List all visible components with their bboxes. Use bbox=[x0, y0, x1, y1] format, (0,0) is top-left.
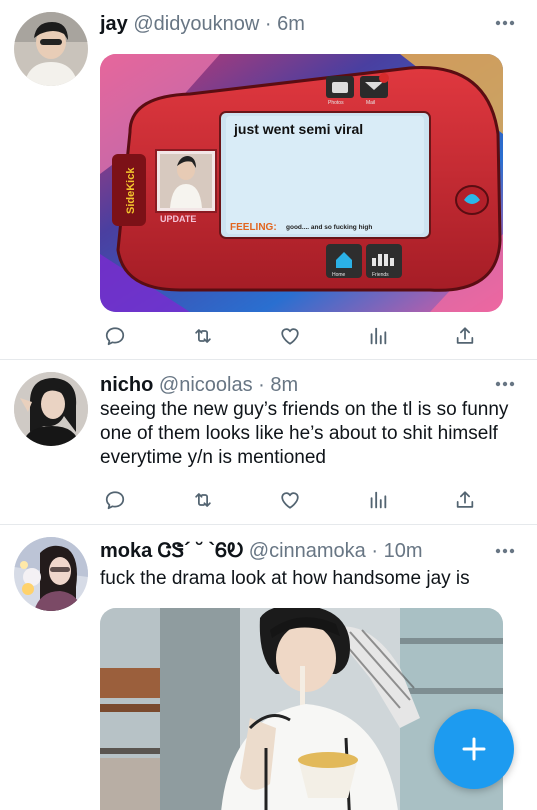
tweet-header: nicho @nicoolas · 8m bbox=[100, 372, 481, 398]
avatar[interactable] bbox=[14, 537, 88, 611]
tweet[interactable]: jay @didyouknow · 6m just went semi vira… bbox=[0, 0, 537, 358]
separator: · bbox=[264, 13, 272, 35]
tweet-image[interactable] bbox=[100, 608, 503, 810]
more-options-icon[interactable] bbox=[493, 374, 517, 394]
friends-tab: Friends bbox=[372, 272, 389, 278]
mail-tab: Mail bbox=[366, 100, 375, 106]
feeling-text: good.... and so fucking high bbox=[286, 224, 372, 231]
tweet-image[interactable]: just went semi viral FEELING: good.... a… bbox=[100, 54, 503, 312]
status-text: just went semi viral bbox=[233, 121, 363, 137]
user-handle[interactable]: @cinnamoka bbox=[249, 540, 366, 562]
reply-icon[interactable] bbox=[100, 485, 130, 515]
timestamp[interactable]: 10m bbox=[384, 540, 423, 562]
share-icon[interactable] bbox=[450, 485, 480, 515]
avatar[interactable] bbox=[14, 12, 88, 86]
views-icon[interactable] bbox=[363, 485, 393, 515]
plus-icon bbox=[462, 737, 486, 761]
avatar[interactable] bbox=[14, 372, 88, 446]
compose-tweet-button[interactable] bbox=[434, 709, 514, 789]
display-name[interactable]: moka ᏣᏕ´ ˘ `ᏮᎧ bbox=[100, 540, 243, 562]
more-options-icon[interactable] bbox=[493, 13, 517, 33]
like-icon[interactable] bbox=[275, 321, 305, 351]
separator: · bbox=[371, 540, 379, 562]
photos-tab: Photos bbox=[328, 100, 344, 106]
views-icon[interactable] bbox=[363, 321, 393, 351]
tweet-actions bbox=[100, 485, 480, 515]
timestamp[interactable]: 8m bbox=[270, 374, 298, 396]
brand-logo: SideKick bbox=[125, 167, 137, 214]
more-options-icon[interactable] bbox=[493, 541, 517, 561]
tweet-text: fuck the drama look at how handsome jay … bbox=[100, 568, 470, 589]
user-handle[interactable]: @nicoolas bbox=[159, 374, 253, 396]
like-icon[interactable] bbox=[275, 485, 305, 515]
share-icon[interactable] bbox=[450, 321, 480, 351]
tweet-actions bbox=[100, 321, 480, 351]
home-tab: Home bbox=[332, 272, 346, 278]
timestamp[interactable]: 6m bbox=[277, 13, 305, 35]
tweet-header: jay @didyouknow · 6m bbox=[100, 11, 481, 37]
user-handle[interactable]: @didyouknow bbox=[133, 13, 259, 35]
separator: · bbox=[258, 374, 265, 396]
reply-icon[interactable] bbox=[100, 321, 130, 351]
tweet-text: seeing the new guy’s friends on the tl i… bbox=[100, 399, 509, 468]
tweet[interactable]: nicho @nicoolas · 8m seeing the new guy’… bbox=[0, 360, 537, 525]
display-name[interactable]: nicho bbox=[100, 374, 153, 396]
feeling-label: FEELING: bbox=[230, 222, 277, 233]
retweet-icon[interactable] bbox=[188, 321, 218, 351]
update-label: UPDATE bbox=[160, 214, 196, 224]
retweet-icon[interactable] bbox=[188, 485, 218, 515]
display-name[interactable]: jay bbox=[100, 13, 128, 35]
tweet-header: moka ᏣᏕ´ ˘ `ᏮᎧ @cinnamoka · 10m bbox=[100, 538, 481, 564]
